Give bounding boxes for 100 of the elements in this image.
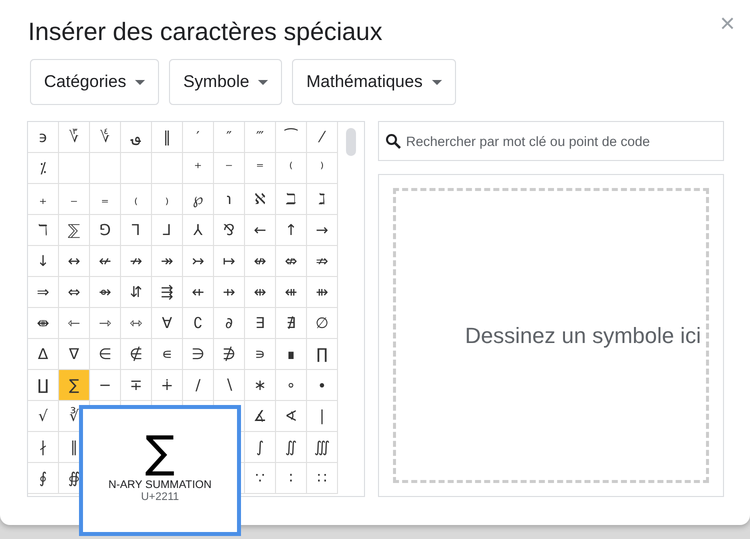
character-cell[interactable]: ⅂	[121, 215, 152, 246]
character-cell[interactable]: ↣	[183, 246, 214, 277]
character-cell[interactable]: ؆	[59, 122, 90, 153]
character-cell[interactable]: ℸ	[28, 215, 59, 246]
character-cell[interactable]: ∓	[121, 370, 152, 401]
character-cell[interactable]: ‖	[152, 122, 183, 153]
character-cell[interactable]: ∄	[276, 308, 307, 339]
character-cell[interactable]: ⇽	[59, 308, 90, 339]
character-cell[interactable]: ↑	[276, 215, 307, 246]
character-cell[interactable]: ⇼	[28, 308, 59, 339]
character-cell[interactable]: ⇴	[90, 277, 121, 308]
character-cell[interactable]: ₍	[121, 184, 152, 215]
character-cell[interactable]: ⇺	[276, 277, 307, 308]
character-cell[interactable]: ←	[245, 215, 276, 246]
character-cell[interactable]: ″	[214, 122, 245, 153]
character-cell[interactable]: ⇹	[245, 277, 276, 308]
character-cell[interactable]: ⁄	[307, 122, 338, 153]
character-cell[interactable]: ∷	[307, 463, 338, 494]
character-cell[interactable]: ∶	[276, 463, 307, 494]
character-cell[interactable]: ∤	[28, 432, 59, 463]
character-cell[interactable]: ℶ	[276, 184, 307, 215]
character-cell[interactable]: ∮	[28, 463, 59, 494]
drawing-area[interactable]: Dessinez un symbole ici	[378, 174, 724, 497]
character-cell[interactable]: ∇	[59, 339, 90, 370]
character-cell[interactable]: ∘	[276, 370, 307, 401]
character-cell[interactable]: ∈	[90, 339, 121, 370]
character-cell[interactable]: ؈	[121, 122, 152, 153]
character-cell[interactable]: ∫	[245, 432, 276, 463]
character-cell[interactable]: ∔	[152, 370, 183, 401]
character-cell[interactable]: ⇵	[121, 277, 152, 308]
character-cell[interactable]: ∐	[28, 370, 59, 401]
character-cell[interactable]: ℷ	[307, 184, 338, 215]
character-cell[interactable]: ‴	[245, 122, 276, 153]
character-cell[interactable]: ⇷	[183, 277, 214, 308]
character-cell[interactable]: ∅	[307, 308, 338, 339]
character-cell[interactable]: ℩	[214, 184, 245, 215]
character-cell[interactable]: ∋	[183, 339, 214, 370]
character-cell[interactable]: ⇻	[307, 277, 338, 308]
character-cell[interactable]: ↚	[90, 246, 121, 277]
character-cell[interactable]: ↮	[245, 246, 276, 277]
character-cell[interactable]: ⇾	[90, 308, 121, 339]
character-cell[interactable]: ∊	[152, 339, 183, 370]
character-cell[interactable]: ⇏	[307, 246, 338, 277]
character-cell[interactable]: ⅄	[183, 215, 214, 246]
character-cell[interactable]: √	[28, 401, 59, 432]
character-cell[interactable]: ∎	[276, 339, 307, 370]
character-cell[interactable]: ⁺	[183, 153, 214, 184]
character-cell[interactable]: ⁼	[245, 153, 276, 184]
character-cell[interactable]: ⁒	[28, 153, 59, 184]
character-cell[interactable]: ℘	[183, 184, 214, 215]
character-cell[interactable]: ⇒	[28, 277, 59, 308]
character-cell[interactable]: ∉	[121, 339, 152, 370]
character-cell[interactable]: ⇶	[152, 277, 183, 308]
character-cell[interactable]: ⇔	[59, 277, 90, 308]
dropdown[interactable]: Catégories	[30, 59, 160, 105]
character-cell[interactable]: →	[307, 215, 338, 246]
character-cell[interactable]: ∏	[307, 339, 338, 370]
character-cell[interactable]: ∭	[307, 432, 338, 463]
character-cell[interactable]: ∕	[183, 370, 214, 401]
character-cell[interactable]: ∗	[245, 370, 276, 401]
character-cell[interactable]: ⇸	[214, 277, 245, 308]
character-cell[interactable]: ↓	[28, 246, 59, 277]
character-cell[interactable]: ϶	[28, 122, 59, 153]
character-cell[interactable]: ∌	[214, 339, 245, 370]
character-cell[interactable]: ∂	[214, 308, 245, 339]
character-cell[interactable]: ؇	[90, 122, 121, 153]
character-cell[interactable]: ℵ	[245, 184, 276, 215]
character-cell[interactable]: ∁	[183, 308, 214, 339]
character-cell[interactable]: ⅃	[152, 215, 183, 246]
character-cell[interactable]: ⁀	[276, 122, 307, 153]
character-cell[interactable]: ∙	[307, 370, 338, 401]
character-cell[interactable]: ⇿	[121, 308, 152, 339]
character-cell[interactable]: ⅀	[59, 215, 90, 246]
character-cell[interactable]: ↠	[152, 246, 183, 277]
character-cell[interactable]: ⅁	[90, 215, 121, 246]
search-field[interactable]: Rechercher par mot clé ou point de code	[378, 121, 724, 161]
character-cell[interactable]: ⇎	[276, 246, 307, 277]
character-cell[interactable]: ⁾	[307, 153, 338, 184]
character-cell[interactable]: −	[90, 370, 121, 401]
character-cell[interactable]: ∖	[214, 370, 245, 401]
character-cell[interactable]: ∢	[276, 401, 307, 432]
character-cell[interactable]: ⁻	[214, 153, 245, 184]
character-cell[interactable]: ↦	[214, 246, 245, 277]
character-cell[interactable]: ∣	[307, 401, 338, 432]
character-cell[interactable]: ∬	[276, 432, 307, 463]
character-cell[interactable]: ↛	[121, 246, 152, 277]
character-cell[interactable]: ₌	[90, 184, 121, 215]
character-cell[interactable]: ∵	[245, 463, 276, 494]
scrollbar-thumb[interactable]	[346, 128, 356, 156]
character-cell[interactable]: ∃	[245, 308, 276, 339]
character-cell[interactable]: ↔	[59, 246, 90, 277]
dropdown[interactable]: Symbole	[169, 59, 282, 105]
character-cell[interactable]: ₊	[28, 184, 59, 215]
character-cell[interactable]: ∍	[245, 339, 276, 370]
character-cell[interactable]: ⅋	[214, 215, 245, 246]
character-cell[interactable]: ′	[183, 122, 214, 153]
character-cell[interactable]: ∆	[28, 339, 59, 370]
character-cell[interactable]: ∑	[59, 370, 90, 401]
dropdown[interactable]: Mathématiques	[292, 59, 456, 105]
character-cell[interactable]: ₋	[59, 184, 90, 215]
